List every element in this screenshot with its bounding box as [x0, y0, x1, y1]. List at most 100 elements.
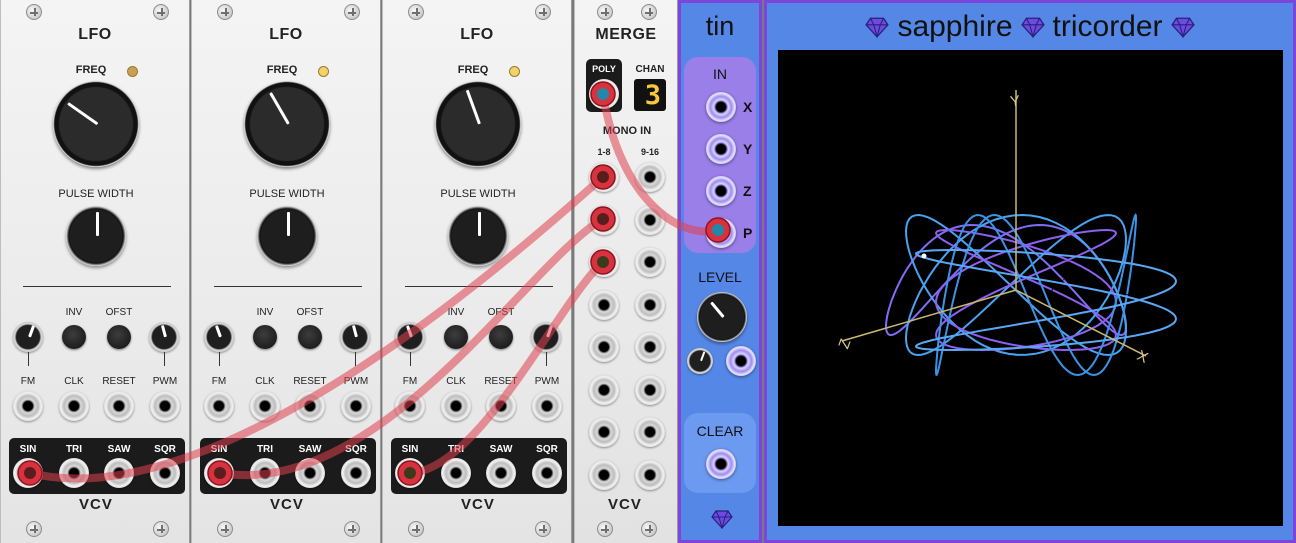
sin-output-jack[interactable]	[204, 458, 234, 488]
current-position-dot	[921, 253, 927, 259]
mono-input-jack[interactable]	[635, 162, 665, 192]
mono-input-jack[interactable]	[589, 289, 619, 320]
y-axis-label: Y	[1009, 93, 1021, 111]
sapphire-gem-icon	[865, 17, 890, 38]
freq-knob[interactable]	[244, 81, 330, 167]
poly-label: POLY	[592, 64, 616, 74]
level-cv-jack[interactable]	[726, 346, 756, 376]
clk-input-jack[interactable]	[441, 391, 471, 421]
reset-input-jack[interactable]	[104, 391, 134, 421]
fm-attenuator-knob[interactable]	[204, 322, 234, 352]
mono-input-jack[interactable]	[635, 417, 665, 447]
ofst-button[interactable]	[298, 325, 322, 349]
saw-output-jack[interactable]	[295, 458, 325, 488]
pulse-width-knob[interactable]	[257, 206, 317, 266]
pwm-attenuator-knob[interactable]	[531, 322, 561, 352]
y-input-jack[interactable]	[706, 134, 736, 164]
lfo-module: LFO FREQ PULSE WIDTH INV OFST FM CLK RESET PWM SI…	[0, 0, 190, 543]
saw-label: SAW	[489, 444, 513, 455]
p-input-jack[interactable]	[706, 218, 736, 248]
fm-attenuator-knob[interactable]	[395, 322, 425, 352]
sqr-label: SQR	[154, 444, 176, 455]
fm-input-jack[interactable]	[13, 391, 43, 421]
saw-output-jack[interactable]	[104, 458, 134, 488]
mono-input-jack[interactable]	[635, 459, 665, 490]
inv-button[interactable]	[253, 325, 277, 349]
screw-icon	[344, 521, 360, 537]
freq-label: FREQ	[457, 64, 489, 76]
pwm-input-jack[interactable]	[532, 391, 562, 421]
sqr-label: SQR	[536, 444, 558, 455]
tricorder-display[interactable]: Y X Z	[778, 50, 1283, 526]
x-axis-label: X	[1134, 347, 1150, 367]
saw-output-jack[interactable]	[486, 458, 516, 488]
module-title: LFO	[78, 26, 112, 43]
mono-input-jack[interactable]	[589, 459, 619, 490]
sqr-output-jack[interactable]	[150, 458, 180, 488]
channel-count: 3	[644, 80, 661, 111]
poly-output-jack[interactable]	[589, 79, 619, 109]
pwm-input-jack[interactable]	[341, 391, 371, 421]
reset-input-jack[interactable]	[486, 391, 516, 421]
mono-in-label: MONO IN	[602, 125, 652, 137]
clear-trigger-jack[interactable]	[706, 449, 736, 479]
freq-knob[interactable]	[53, 81, 139, 167]
tri-label: TRI	[256, 444, 274, 455]
inv-button[interactable]	[444, 325, 468, 349]
pwm-label: PWM	[343, 376, 369, 387]
pulse-width-label: PULSE WIDTH	[440, 188, 516, 200]
mono-input-jack[interactable]	[635, 332, 665, 362]
z-input-jack[interactable]	[706, 176, 736, 206]
screw-icon	[217, 4, 233, 20]
ofst-label: OFST	[105, 307, 133, 318]
clk-input-jack[interactable]	[59, 391, 89, 421]
freq-led	[509, 66, 520, 77]
pulse-width-label: PULSE WIDTH	[58, 188, 134, 200]
fm-input-jack[interactable]	[395, 391, 425, 421]
sin-output-jack[interactable]	[395, 458, 425, 488]
mono-input-jack[interactable]	[589, 204, 619, 235]
module-title: LFO	[269, 26, 303, 43]
sqr-output-jack[interactable]	[341, 458, 371, 488]
sin-label: SIN	[210, 444, 228, 455]
ofst-button[interactable]	[107, 325, 131, 349]
y-port-label: Y	[743, 141, 753, 157]
level-attenuverter-knob[interactable]	[687, 348, 713, 374]
fm-attenuator-knob[interactable]	[13, 322, 43, 352]
tri-label: TRI	[447, 444, 465, 455]
trajectory-trace	[934, 213, 1137, 377]
mono-input-jack[interactable]	[589, 247, 619, 277]
pwm-input-jack[interactable]	[150, 391, 180, 421]
mono-input-jack[interactable]	[589, 417, 619, 447]
pwm-attenuator-knob[interactable]	[340, 322, 370, 352]
pwm-attenuator-knob[interactable]	[149, 322, 179, 352]
z-port-label: Z	[743, 183, 752, 199]
screw-icon	[153, 521, 169, 537]
level-knob[interactable]	[697, 292, 747, 342]
x-input-jack[interactable]	[706, 92, 736, 122]
freq-knob[interactable]	[435, 81, 521, 167]
mono-input-jack[interactable]	[635, 289, 665, 320]
sin-output-jack[interactable]	[13, 458, 43, 488]
pulse-width-knob[interactable]	[448, 206, 508, 266]
mono-input-jack[interactable]	[635, 204, 665, 235]
mono-input-jack[interactable]	[589, 374, 619, 405]
3d-scope-plot: Y X Z	[835, 90, 1178, 377]
mono-input-jack[interactable]	[589, 162, 619, 192]
brand-logo: VCV	[461, 496, 495, 513]
tri-output-jack[interactable]	[250, 458, 280, 488]
mono-input-jack[interactable]	[635, 247, 665, 277]
mono-input-jack[interactable]	[589, 332, 619, 362]
ofst-button[interactable]	[489, 325, 513, 349]
reset-input-jack[interactable]	[295, 391, 325, 421]
fm-input-jack[interactable]	[204, 391, 234, 421]
lfo-module: LFO FREQ PULSE WIDTH INV OFST FM CLK RESET PWM SI…	[382, 0, 572, 543]
mono-input-jack[interactable]	[635, 374, 665, 405]
inv-button[interactable]	[62, 325, 86, 349]
tri-output-jack[interactable]	[59, 458, 89, 488]
screw-icon	[344, 4, 360, 20]
pulse-width-knob[interactable]	[66, 206, 126, 266]
sqr-output-jack[interactable]	[532, 458, 562, 488]
clk-input-jack[interactable]	[250, 391, 280, 421]
tri-output-jack[interactable]	[441, 458, 471, 488]
